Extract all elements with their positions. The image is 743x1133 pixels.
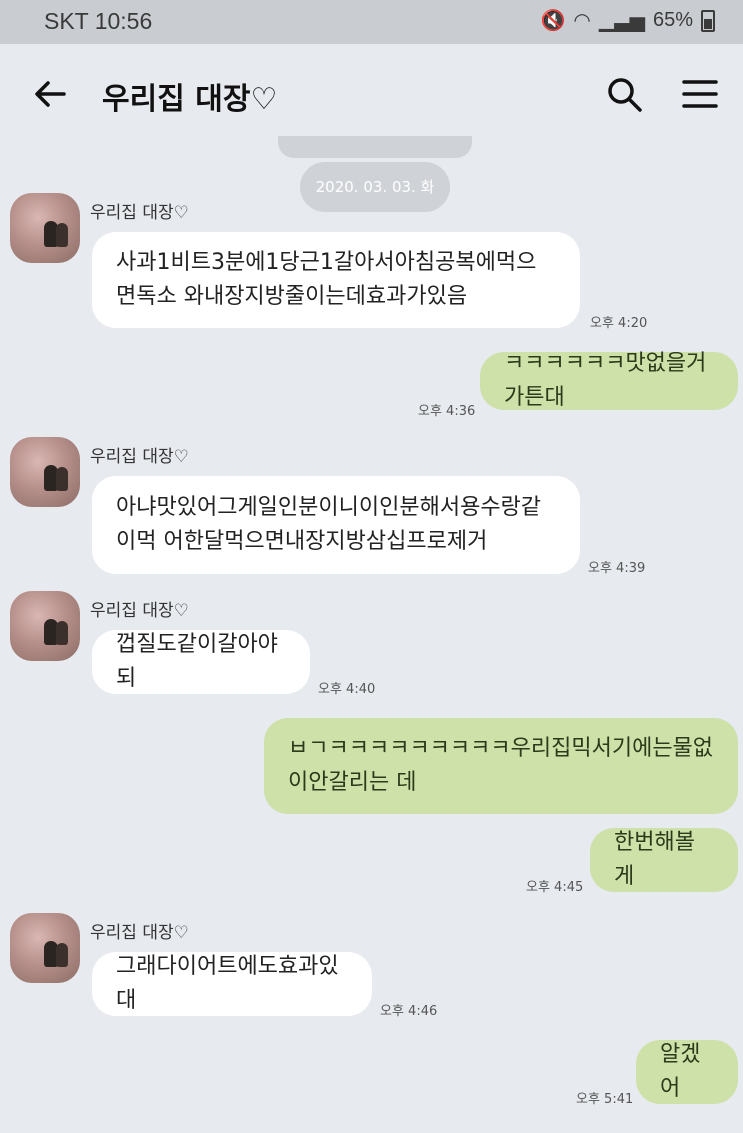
battery-icon	[701, 9, 715, 32]
message-time: 오후 4:46	[380, 1004, 438, 1019]
message-bubble[interactable]: ㅋㅋㅋㅋㅋㅋ맛없을거가튼대	[480, 351, 738, 410]
carrier-time: SKT 10:56	[44, 8, 153, 34]
menu-icon[interactable]	[680, 76, 720, 112]
message-bubble[interactable]: ㅂㄱㅋㅋㅋㅋㅋㅋㅋㅋㅋ우리집믹서기에는물없이안갈리는 데	[264, 718, 738, 814]
avatar[interactable]	[10, 591, 80, 661]
message-time: 오후 4:40	[318, 682, 376, 697]
signal-icon: ▁▃▅	[598, 10, 645, 32]
message-bubble[interactable]: 한번해볼게	[590, 828, 738, 892]
message-bubble[interactable]: 아냐맛있어그게일인분이니이인분해서용수랑같이먹 어한달먹으면내장지방삼십프로제거	[92, 476, 580, 574]
message-bubble[interactable]: 알겠어	[636, 1040, 738, 1104]
message-time: 오후 5:41	[576, 1092, 634, 1107]
sender-name: 우리집 대장♡	[90, 203, 189, 223]
chat-header: 우리집 대장♡	[0, 44, 743, 144]
back-arrow-icon[interactable]	[30, 74, 70, 114]
chat-room-title: 우리집 대장♡	[102, 82, 278, 117]
avatar[interactable]	[10, 193, 80, 263]
avatar[interactable]	[10, 437, 80, 507]
mute-icon: 🔇	[540, 10, 566, 32]
message-time: 오후 4:20	[590, 316, 648, 331]
previous-message-edge	[278, 136, 472, 158]
sender-name: 우리집 대장♡	[90, 601, 189, 621]
date-divider: 2020. 03. 03. 화	[300, 162, 450, 212]
avatar[interactable]	[10, 913, 80, 983]
search-icon[interactable]	[604, 74, 644, 114]
battery-level: 65%	[652, 9, 693, 31]
message-time: 오후 4:45	[526, 880, 584, 895]
message-bubble[interactable]: 사과1비트3분에1당근1갈아서아침공복에먹으면독소 와내장지방줄이는데효과가있음	[92, 232, 580, 328]
message-time: 오후 4:36	[418, 404, 476, 419]
message-time: 오후 4:39	[588, 561, 646, 576]
status-icons: 🔇 ◠ ▁▃▅ 65%	[540, 8, 715, 33]
status-bar: SKT 10:56 🔇 ◠ ▁▃▅ 65%	[0, 0, 743, 44]
message-bubble[interactable]: 그래다이어트에도효과있대	[92, 952, 372, 1016]
message-bubble[interactable]: 껍질도같이갈아야되	[92, 630, 310, 694]
sender-name: 우리집 대장♡	[90, 923, 189, 943]
wifi-icon: ◠	[573, 10, 591, 32]
sender-name: 우리집 대장♡	[90, 447, 189, 467]
